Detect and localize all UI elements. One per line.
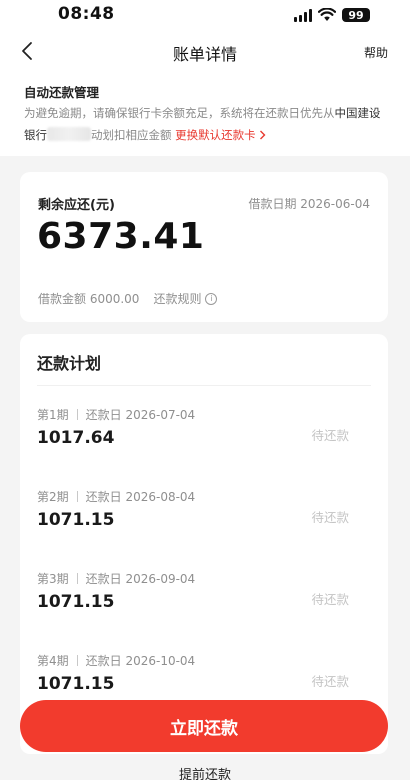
battery-icon: 99	[342, 8, 370, 22]
plan-amount: 1071.15	[37, 674, 115, 694]
plan-period: 第2期	[37, 490, 69, 504]
plan-row-meta: 第4期 还款日 2026-10-04	[37, 652, 195, 669]
loan-meta: 借款金额 6000.00 还款规则 i	[38, 290, 218, 307]
autopay-title: 自动还款管理	[24, 85, 100, 100]
remaining-amount: 6373.41	[37, 216, 205, 257]
status-bar: 08:48 99	[0, 0, 410, 30]
status-time: 08:48	[58, 4, 115, 24]
plan-status: 待还款	[311, 674, 349, 689]
info-icon: i	[205, 292, 218, 305]
plan-row[interactable]: 第1期 还款日 2026-07-04 1017.64 待还款	[37, 406, 371, 466]
plan-due-date: 还款日 2026-10-04	[85, 654, 196, 668]
plan-amount: 1017.64	[37, 428, 115, 448]
plan-amount: 1071.15	[37, 592, 115, 612]
plan-due-date: 还款日 2026-07-04	[85, 408, 196, 422]
remaining-label: 剩余应还(元)	[38, 198, 115, 213]
repayment-plan-card: 还款计划 第1期 还款日 2026-07-04 1017.64 待还款 第2期 还款…	[20, 334, 388, 754]
repayment-rules-label: 还款规则	[153, 292, 202, 306]
change-card-label: 更换默认还款卡	[175, 128, 256, 142]
plan-row-meta: 第2期 还款日 2026-08-04	[37, 488, 195, 505]
wifi-icon	[318, 8, 336, 21]
summary-card: 剩余应还(元) 借款日期 2026-06-04 6373.41 借款金额 600…	[20, 172, 388, 322]
plan-row[interactable]: 第3期 还款日 2026-09-04 1071.15 待还款	[37, 570, 371, 630]
plan-row-meta: 第3期 还款日 2026-09-04	[37, 570, 195, 587]
plan-period: 第4期	[37, 654, 69, 668]
page-title: 账单详情	[172, 45, 237, 64]
plan-amount: 1071.15	[37, 510, 115, 530]
pay-now-button[interactable]: 立即还款	[20, 700, 388, 752]
masked-card-number	[47, 127, 91, 141]
divider	[37, 385, 371, 386]
plan-status: 待还款	[311, 510, 349, 525]
plan-due-date: 还款日 2026-09-04	[85, 572, 196, 586]
plan-row-meta: 第1期 还款日 2026-07-04	[37, 406, 195, 423]
repayment-rules-link[interactable]: 还款规则 i	[153, 290, 218, 307]
plan-period: 第1期	[37, 408, 69, 422]
autopay-desc-text: 为避免逾期，请确保银行卡余额充足，系统将在还款日优先从	[24, 106, 335, 120]
plan-period: 第3期	[37, 572, 69, 586]
status-icons: 99	[294, 6, 370, 24]
change-card-link[interactable]: 更换默认还款卡	[175, 128, 266, 142]
loan-date: 借款日期 2026-06-04	[248, 197, 370, 211]
autopay-desc-tail: 动划扣相应金额	[91, 128, 172, 142]
nav-bar: 账单详情 帮助	[0, 30, 410, 72]
plan-status: 待还款	[311, 592, 349, 607]
plan-due-date: 还款日 2026-08-04	[85, 490, 196, 504]
signal-icon	[294, 8, 312, 22]
loan-amount: 借款金额 6000.00	[38, 292, 140, 306]
chevron-right-icon	[260, 130, 266, 140]
plan-status: 待还款	[311, 428, 349, 443]
early-repayment-link[interactable]: 提前还款	[0, 764, 410, 780]
autopay-section: 自动还款管理 为避免逾期，请确保银行卡余额充足，系统将在还款日优先从中国建设银行…	[0, 72, 410, 156]
plan-row[interactable]: 第2期 还款日 2026-08-04 1071.15 待还款	[37, 488, 371, 548]
autopay-description: 为避免逾期，请确保银行卡余额充足，系统将在还款日优先从中国建设银行 动划扣相应金额…	[24, 102, 384, 146]
help-link[interactable]: 帮助	[364, 44, 388, 61]
plan-title: 还款计划	[37, 354, 102, 373]
